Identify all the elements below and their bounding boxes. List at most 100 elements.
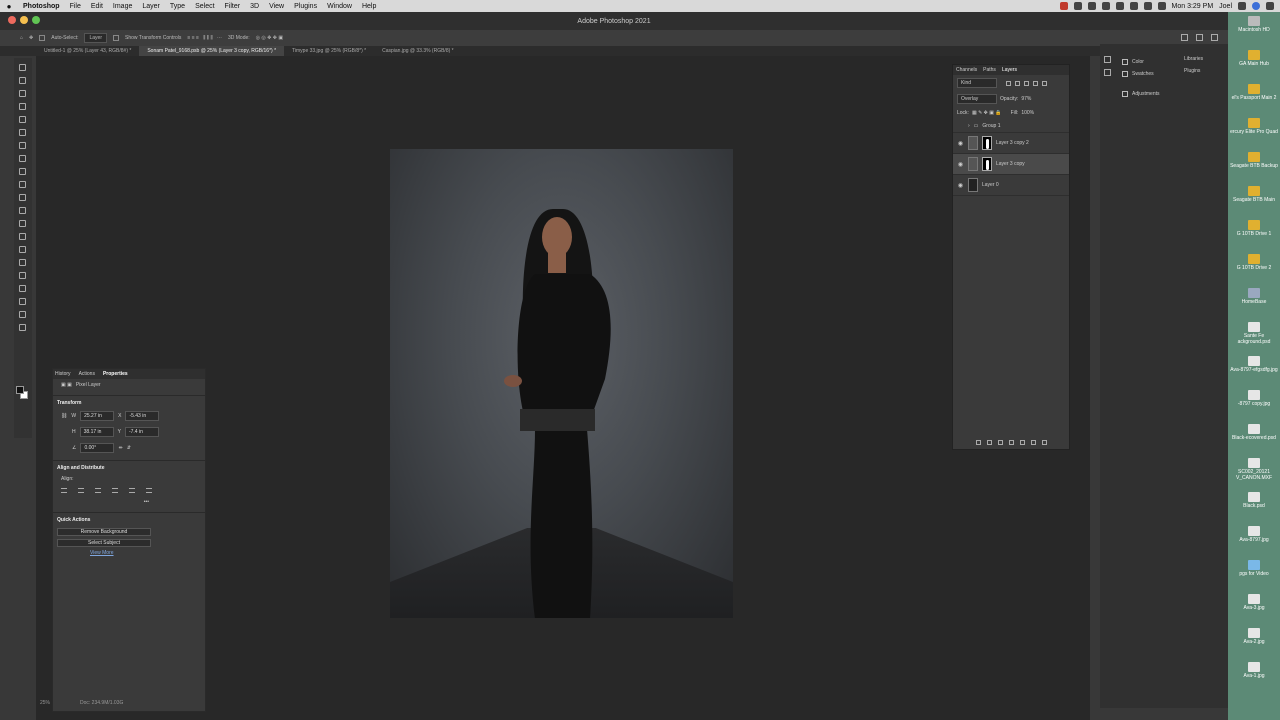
tab-properties[interactable]: Properties: [103, 371, 128, 377]
menu-help[interactable]: Help: [357, 3, 381, 10]
path-select-tool-icon[interactable]: [19, 272, 26, 279]
layer-row[interactable]: ◉ Layer 0: [953, 175, 1069, 196]
wifi-icon[interactable]: [1129, 2, 1138, 10]
eyedropper-tool-icon[interactable]: [19, 129, 26, 136]
blur-tool-icon[interactable]: [19, 220, 26, 227]
move-tool-icon[interactable]: [19, 64, 26, 71]
layer-name[interactable]: Layer 0: [982, 182, 999, 188]
align-right-icon[interactable]: [95, 488, 101, 493]
layer-mask-thumbnail[interactable]: [982, 136, 992, 150]
dock-item-plugins[interactable]: Plugins: [1184, 68, 1203, 74]
minimize-window-button[interactable]: [20, 16, 28, 24]
brush-tool-icon[interactable]: [19, 155, 26, 162]
expand-chevron-icon[interactable]: ›: [968, 123, 970, 129]
clone-stamp-tool-icon[interactable]: [19, 168, 26, 175]
tab-channels[interactable]: Channels: [956, 67, 977, 73]
layer-name[interactable]: Layer 3 copy: [996, 161, 1025, 167]
quick-actions-title[interactable]: Quick Actions: [53, 512, 205, 525]
crop-tool-icon[interactable]: [19, 116, 26, 123]
filter-shape-icon[interactable]: [1033, 80, 1038, 86]
trash-icon[interactable]: [1041, 440, 1047, 445]
link-icon[interactable]: ⛓: [61, 413, 67, 419]
healing-tool-icon[interactable]: [19, 142, 26, 149]
desktop-icon[interactable]: Ava-3.jpg: [1228, 594, 1280, 611]
doc-tab[interactable]: Untitled-1 @ 25% (Layer 43, RGB/8#) *: [36, 46, 139, 56]
volume-icon[interactable]: [1143, 2, 1152, 10]
dock-item-color[interactable]: Color: [1122, 56, 1160, 68]
align-bottom-icon[interactable]: [146, 488, 152, 493]
fill-value[interactable]: 100%: [1021, 110, 1034, 116]
filter-kind-select[interactable]: Kind: [957, 78, 997, 88]
history-brush-tool-icon[interactable]: [19, 181, 26, 188]
desktop-icon[interactable]: -8797 copy.jpg: [1228, 390, 1280, 407]
desktop-icon[interactable]: Ava-2.jpg: [1228, 628, 1280, 645]
desktop-icon[interactable]: el's Passport Main 2: [1228, 84, 1280, 101]
layer-row-group[interactable]: › ▭ Group 1: [953, 119, 1069, 133]
desktop-icon[interactable]: G 10TB Drive 1: [1228, 220, 1280, 237]
filter-type-icon[interactable]: [1024, 80, 1029, 86]
layer-name[interactable]: Layer 3 copy 2: [996, 140, 1029, 146]
desktop-icon[interactable]: SC002_20121 V_CANON.MXF: [1228, 458, 1280, 481]
menubar-clock[interactable]: Mon 3:29 PM: [1172, 3, 1214, 10]
eye-icon[interactable]: ◉: [957, 182, 964, 189]
flip-vertical-icon[interactable]: ⇵: [127, 445, 131, 451]
zoom-level[interactable]: 25%: [40, 700, 50, 708]
blend-mode-select[interactable]: Overlay: [957, 94, 997, 104]
control-center-icon[interactable]: [1266, 2, 1274, 10]
menu-3d[interactable]: 3D: [245, 3, 264, 10]
eraser-tool-icon[interactable]: [19, 194, 26, 201]
layer-mask-thumbnail[interactable]: [982, 157, 992, 171]
y-field[interactable]: -7.4 in: [124, 427, 159, 437]
align-section-title[interactable]: Align and Distribute: [53, 460, 205, 473]
doc-tab[interactable]: Timype 33.jpg @ 25% (RGB/8*) *: [284, 46, 374, 56]
opacity-value[interactable]: 97%: [1021, 96, 1031, 102]
color-swatches[interactable]: [16, 386, 28, 400]
menu-plugins[interactable]: Plugins: [289, 3, 322, 10]
eye-icon[interactable]: ◉: [957, 161, 964, 168]
tab-paths[interactable]: Paths: [983, 67, 996, 73]
menu-app-name[interactable]: Photoshop: [18, 3, 65, 10]
display-icon[interactable]: [1087, 2, 1096, 10]
align-icons[interactable]: ≡ ≡ ≡ ⫼ ⫼ ⫼ ···: [187, 35, 222, 41]
paragraph-icon[interactable]: [1104, 69, 1111, 76]
add-mask-icon[interactable]: [997, 440, 1003, 445]
search-icon[interactable]: [1238, 2, 1246, 10]
type-tool-icon[interactable]: [19, 259, 26, 266]
eye-icon[interactable]: ◉: [957, 140, 964, 147]
foreground-color-swatch[interactable]: [16, 386, 24, 394]
new-layer-icon[interactable]: [1030, 440, 1036, 445]
desktop-icon[interactable]: GA Main Hub: [1228, 50, 1280, 67]
align-left-icon[interactable]: [61, 488, 67, 493]
tab-layers[interactable]: Layers: [1002, 67, 1017, 73]
doc-tab[interactable]: Caspian.jpg @ 33.3% (RGB/8) *: [374, 46, 462, 56]
desktop-icon[interactable]: HomeBase: [1228, 288, 1280, 305]
desktop-icon[interactable]: Ava-8797-efgsdfg.jpg: [1228, 356, 1280, 373]
height-field[interactable]: 38.17 in: [79, 427, 114, 437]
desktop-icon[interactable]: Ava-1.jpg: [1228, 662, 1280, 679]
filter-pixel-icon[interactable]: [1006, 80, 1011, 86]
select-subject-button[interactable]: Select Subject: [57, 539, 151, 547]
auto-select-dropdown[interactable]: Layer: [84, 33, 107, 43]
layer-row-selected[interactable]: ◉ Layer 3 copy: [953, 154, 1069, 175]
share-icon[interactable]: [1211, 34, 1218, 41]
shape-tool-icon[interactable]: [19, 285, 26, 292]
desktop-icon[interactable]: ercury Elite Pro Quad: [1228, 118, 1280, 135]
align-more-button[interactable]: •••: [53, 496, 205, 508]
move-tool-icon[interactable]: ✥: [29, 35, 33, 41]
marquee-tool-icon[interactable]: [19, 77, 26, 84]
desktop-icon[interactable]: Macintosh HD: [1228, 16, 1280, 33]
menu-filter[interactable]: Filter: [220, 3, 246, 10]
quick-select-tool-icon[interactable]: [19, 103, 26, 110]
record-icon[interactable]: [1059, 2, 1068, 10]
new-group-icon[interactable]: [1019, 440, 1025, 445]
filter-adjustment-icon[interactable]: [1015, 80, 1020, 86]
menu-window[interactable]: Window: [322, 3, 357, 10]
x-field[interactable]: -5.43 in: [125, 411, 160, 421]
filter-smart-object-icon[interactable]: [1042, 80, 1047, 86]
align-center-h-icon[interactable]: [78, 488, 84, 493]
desktop-icon[interactable]: Black.psd: [1228, 492, 1280, 509]
dodge-tool-icon[interactable]: [19, 233, 26, 240]
menu-image[interactable]: Image: [108, 3, 137, 10]
transform-section-title[interactable]: Transform: [53, 395, 205, 408]
lock-icons[interactable]: ▦ ✎ ✥ ▣ 🔒: [972, 110, 1002, 116]
